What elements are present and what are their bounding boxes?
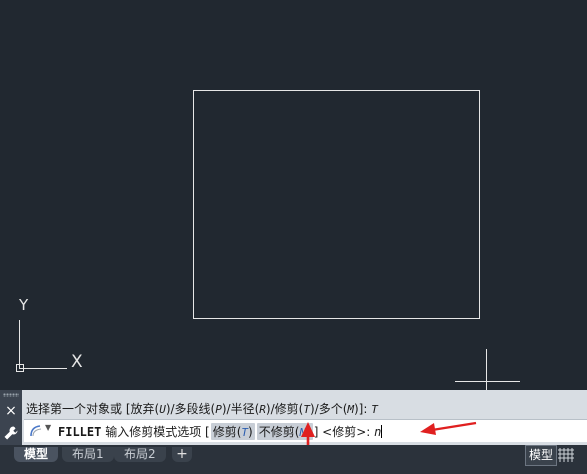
ucs-x-label: X (71, 352, 83, 372)
tab-layout1[interactable]: 布局1 (62, 447, 114, 462)
prompt-label: 输入修剪模式选项 [ (105, 425, 210, 439)
command-icon[interactable] (29, 424, 43, 438)
chevron-down-icon[interactable]: ▼ (45, 423, 51, 432)
layout-tab-bar: 模型 布局1 布局2 + (0, 445, 587, 474)
text-caret (381, 425, 383, 438)
drag-grip-icon[interactable] (3, 393, 19, 397)
ucs-y-label: Y (19, 296, 29, 314)
command-history-line: 选择第一个对象或 [放弃(U)/多段线(P)/半径(R)/修剪(T)/多个(M)… (26, 402, 378, 416)
ucs-icon: Y X (8, 298, 88, 378)
option-trim[interactable]: 修剪(T) (210, 423, 255, 440)
tab-model[interactable]: 模型 (14, 447, 59, 462)
close-icon[interactable]: × (3, 403, 19, 419)
status-model-button[interactable]: 模型 (525, 445, 558, 466)
drawing-canvas[interactable]: Y X (0, 0, 587, 390)
annotation-arrow-left-icon (420, 421, 477, 435)
prompt-default: ] <修剪>: (313, 425, 375, 439)
add-layout-button[interactable]: + (172, 447, 192, 462)
drawn-rectangle[interactable] (193, 90, 480, 319)
tab-layout2[interactable]: 布局2 (114, 447, 166, 462)
command-input-value[interactable]: n (374, 425, 381, 439)
grid-icon[interactable] (557, 446, 575, 464)
command-prompt: FILLET 输入修剪模式选项 [修剪(T)不修剪(N)] <修剪>: n (58, 423, 383, 440)
command-name: FILLET (58, 425, 102, 439)
wrench-icon[interactable] (3, 425, 19, 441)
